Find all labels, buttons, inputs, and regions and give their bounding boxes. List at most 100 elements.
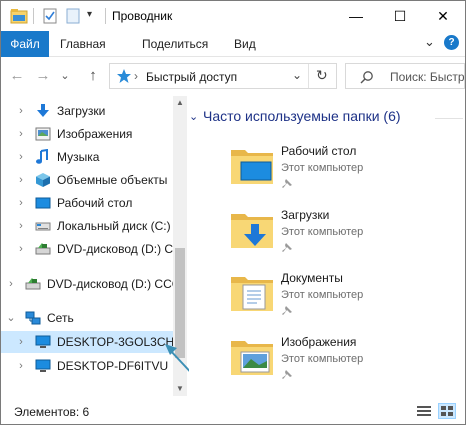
nav-item-label: DESKTOP-DF6ITVU — [57, 359, 169, 373]
close-button[interactable]: ✕ — [421, 1, 465, 31]
title-bar: ▾ Проводник — ☐ ✕ — [1, 1, 465, 31]
address-separator: › — [134, 69, 138, 83]
folder-location: Этот компьютер — [281, 162, 364, 174]
nav-item-local-disk[interactable]: › Локальный диск (C:) — [1, 215, 173, 237]
folder-tile-desktop[interactable]: Рабочий стол Этот компьютер — [229, 142, 459, 200]
scroll-up-arrow-icon[interactable]: ▲ — [173, 96, 187, 110]
recent-locations-button[interactable]: ⌄ — [55, 66, 75, 86]
expand-chevron-icon[interactable]: › — [15, 215, 27, 237]
search-input[interactable]: Поиск: Быстрый доступ — [390, 70, 465, 84]
expand-chevron-icon[interactable]: › — [15, 238, 27, 260]
help-icon[interactable]: ? — [444, 35, 459, 50]
nav-item-label: Сеть — [47, 311, 74, 325]
expand-chevron-icon[interactable]: › — [15, 146, 27, 168]
pictures-icon — [35, 127, 51, 141]
folder-location: Этот компьютер — [281, 289, 364, 301]
expand-chevron-icon[interactable]: › — [15, 123, 27, 145]
frequent-folders-header[interactable]: Часто используемые папки (6) — [203, 108, 401, 124]
explorer-app-icon — [10, 9, 28, 24]
expand-chevron-icon[interactable]: › — [15, 169, 27, 191]
downloads-icon — [37, 104, 49, 117]
group-collapse-icon[interactable]: ⌄ — [189, 110, 198, 123]
properties-icon[interactable] — [43, 8, 57, 24]
folder-name: Загрузки — [281, 208, 330, 222]
details-view-icon[interactable] — [416, 404, 432, 418]
tab-view[interactable]: Вид — [225, 31, 265, 57]
address-bar[interactable]: › Быстрый доступ ⌄ ↻ — [109, 63, 337, 89]
refresh-icon[interactable]: ↻ — [316, 67, 328, 84]
pin-icon[interactable] — [281, 369, 293, 381]
title-divider — [105, 8, 106, 24]
item-count: Элементов: 6 — [14, 405, 90, 419]
expand-chevron-icon[interactable]: › — [15, 100, 27, 122]
nav-item-dvd-drive-root[interactable]: › DVD-дисковод (D:) CCC — [1, 273, 173, 295]
tab-home[interactable]: Главная — [51, 31, 115, 57]
nav-item-3d-objects[interactable]: › Объемные объекты — [1, 169, 173, 191]
nav-item-pictures[interactable]: › Изображения — [1, 123, 173, 145]
nav-item-desktop-3gol3ch[interactable]: › DESKTOP-3GOL3CH — [1, 331, 173, 353]
nav-item-label: DVD-дисковод (D:) CCC — [57, 242, 173, 256]
new-folder-icon[interactable] — [66, 8, 80, 24]
nav-item-label: DESKTOP-3GOL3CH — [57, 335, 173, 349]
forward-button[interactable]: → — [33, 66, 53, 86]
back-button[interactable]: ← — [7, 66, 27, 86]
nav-item-label: DVD-дисковод (D:) CCC — [47, 277, 173, 291]
music-icon — [36, 149, 48, 164]
folder-tile-pictures[interactable]: Изображения Этот компьютер — [229, 333, 459, 391]
documents-folder-icon — [231, 277, 273, 311]
nav-item-label: Изображения — [57, 127, 133, 141]
folder-location: Этот компьютер — [281, 353, 364, 365]
address-divider — [308, 64, 309, 88]
folder-tile-documents[interactable]: Документы Этот компьютер — [229, 269, 459, 327]
nav-item-dvd-drive[interactable]: › DVD-дисковод (D:) CCC — [1, 238, 173, 260]
nav-item-label: Рабочий стол — [57, 196, 133, 210]
scroll-down-arrow-icon[interactable]: ▼ — [173, 382, 187, 396]
folder-tile-downloads[interactable]: Загрузки Этот компьютер — [229, 206, 459, 264]
pin-icon[interactable] — [281, 305, 293, 317]
search-icon — [360, 71, 373, 84]
qat-divider — [33, 8, 34, 24]
expand-chevron-icon[interactable]: › — [15, 355, 27, 377]
expand-chevron-icon[interactable]: › — [15, 192, 27, 214]
qat-dropdown-icon[interactable]: ▾ — [87, 9, 92, 20]
status-bar: Элементов: 6 — [1, 398, 465, 424]
content-pane: ⌄ Часто используемые папки (6) Рабочий с… — [189, 96, 465, 396]
address-text: Быстрый доступ — [146, 70, 238, 84]
3d-objects-icon — [36, 173, 50, 187]
large-icons-view-icon[interactable] — [438, 403, 456, 419]
up-button[interactable]: ↑ — [83, 66, 103, 86]
folder-location: Этот компьютер — [281, 226, 364, 238]
collapse-chevron-icon[interactable]: ⌄ — [5, 307, 17, 329]
tab-file[interactable]: Файл — [1, 31, 49, 57]
nav-item-label: Загрузки — [57, 104, 106, 118]
dvd-drive-icon — [25, 278, 41, 290]
maximize-button[interactable]: ☐ — [378, 1, 422, 31]
quick-access-star-icon — [117, 69, 131, 83]
local-disk-icon — [35, 222, 51, 231]
minimize-button[interactable]: — — [334, 1, 378, 31]
search-box[interactable]: Поиск: Быстрый доступ — [345, 63, 465, 89]
desktop-icon — [35, 197, 51, 209]
expand-chevron-icon[interactable]: › — [5, 273, 17, 295]
nav-item-desktop-df6itvu[interactable]: › DESKTOP-DF6ITVU — [1, 355, 173, 377]
tab-share[interactable]: Поделиться — [133, 31, 217, 57]
nav-item-downloads[interactable]: › Загрузки — [1, 100, 173, 122]
computer-icon — [35, 335, 51, 348]
network-icon — [25, 311, 41, 325]
folder-name: Изображения — [281, 335, 357, 349]
ribbon-tabs: Файл Главная Поделиться Вид ⌄ ? — [1, 31, 465, 57]
nav-item-music[interactable]: › Музыка — [1, 146, 173, 168]
nav-item-network[interactable]: ⌄ Сеть — [1, 307, 173, 329]
pin-icon[interactable] — [281, 178, 293, 190]
pictures-folder-icon — [231, 341, 273, 375]
computer-icon — [35, 359, 51, 372]
nav-item-label: Локальный диск (C:) — [57, 219, 171, 233]
expand-chevron-icon[interactable]: › — [15, 331, 27, 353]
dvd-drive-icon — [35, 243, 51, 255]
downloads-folder-icon — [231, 214, 273, 248]
ribbon-collapse-icon[interactable]: ⌄ — [424, 34, 435, 50]
folder-name: Рабочий стол — [281, 144, 357, 158]
pin-icon[interactable] — [281, 242, 293, 254]
nav-item-desktop[interactable]: › Рабочий стол — [1, 192, 173, 214]
address-dropdown-icon[interactable]: ⌄ — [292, 68, 302, 82]
